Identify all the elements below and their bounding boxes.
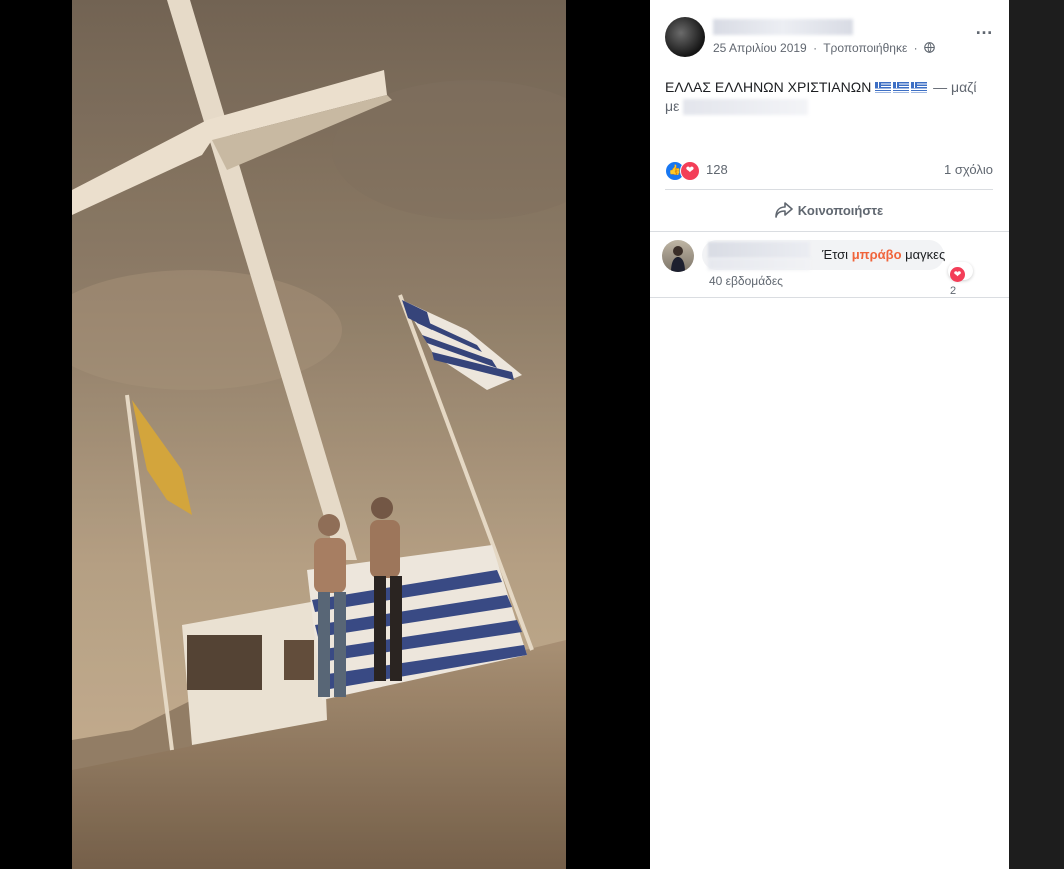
heart-icon: ❤ [680, 161, 700, 181]
edited-label[interactable]: Τροποποιήθηκε [823, 41, 907, 55]
post-message: ΕΛΛΑΣ ΕΛΛΗΝΩΝ ΧΡΙΣΤΙΑΝΩΝ — μαζί με [665, 78, 995, 116]
post-header: 25 Απριλίου 2019 · Τροποποιήθηκε · … [665, 17, 999, 61]
photo-image [72, 0, 566, 869]
comment-highlight-word: μπράβο [851, 247, 902, 262]
post-photo[interactable] [72, 0, 566, 869]
tag-separator: — μαζί [933, 79, 977, 95]
photo-viewer [0, 0, 649, 869]
redaction [708, 258, 810, 270]
divider [650, 297, 1009, 298]
comment-text-end: μαγκες [905, 247, 946, 262]
reactions-bar: 👍 ❤ 128 1 σχόλιο [665, 160, 993, 181]
commenter-avatar[interactable] [662, 240, 694, 272]
greek-flag-icon [911, 82, 928, 93]
share-button[interactable]: Κοινοποιήστε [665, 196, 993, 226]
share-arrow-icon [774, 202, 793, 218]
greek-flag-icon [875, 82, 892, 93]
with-prefix: με [665, 98, 680, 114]
post-text: ΕΛΛΑΣ ΕΛΛΗΝΩΝ ΧΡΙΣΤΙΑΝΩΝ [665, 79, 872, 95]
comment-reaction-badge[interactable]: ❤2 [948, 262, 973, 297]
author-avatar[interactable] [665, 17, 705, 57]
more-options-icon[interactable]: … [975, 19, 993, 37]
divider [650, 231, 1009, 232]
divider [665, 189, 993, 190]
tagged-person-redacted[interactable] [683, 99, 809, 115]
comment-count[interactable]: 1 σχόλιο [944, 162, 993, 177]
reaction-count[interactable]: 128 [706, 162, 728, 177]
comment-timestamp[interactable]: 40 εβδομάδες [709, 274, 783, 288]
reaction-icons[interactable]: 👍 ❤ [665, 160, 705, 181]
commenter-name-redacted[interactable] [708, 242, 810, 258]
share-label: Κοινοποιήστε [797, 203, 884, 218]
meta-separator: · [913, 41, 918, 55]
comment-item: Έτσι μπράβο μαγκες ❤2 40 εβδομάδες [662, 240, 999, 297]
comment-reaction-count: 2 [950, 285, 957, 297]
post-details-panel: 25 Απριλίου 2019 · Τροποποιήθηκε · … ΕΛΛ… [650, 0, 1009, 869]
greek-flag-icon [893, 82, 910, 93]
globe-icon[interactable] [924, 42, 935, 53]
author-name-redacted[interactable] [713, 19, 853, 35]
post-date[interactable]: 25 Απριλίου 2019 [713, 41, 807, 55]
comment-text: Έτσι μπράβο μαγκες [822, 247, 945, 262]
comment-text-start: Έτσι [822, 247, 849, 262]
heart-icon: ❤ [950, 267, 965, 282]
meta-separator: · [813, 41, 818, 55]
post-meta: 25 Απριλίου 2019 · Τροποποιήθηκε · [713, 41, 935, 55]
page-background-strip [1009, 0, 1064, 869]
comment-bubble: Έτσι μπράβο μαγκες ❤2 [702, 240, 973, 297]
